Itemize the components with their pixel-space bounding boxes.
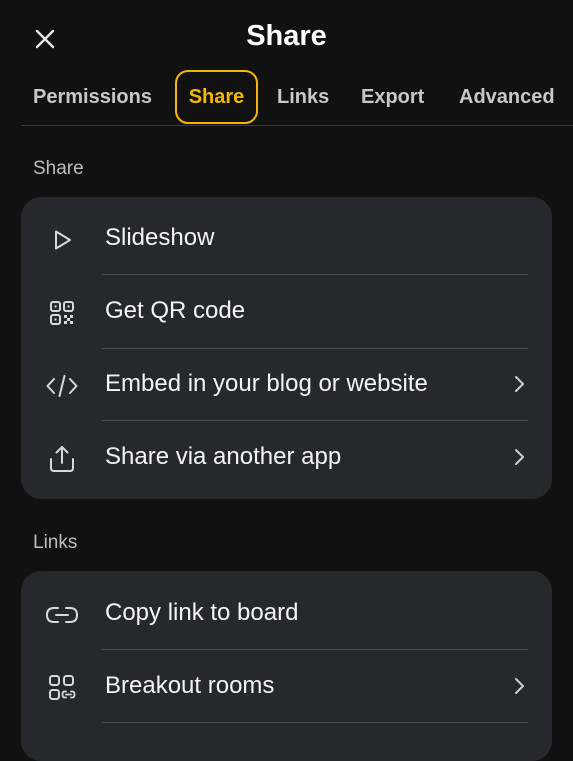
copy-link-item[interactable]: Copy link to board — [21, 577, 552, 649]
get-qr-code-item[interactable]: Get QR code — [21, 275, 552, 347]
breakout-rooms-label: Breakout rooms — [105, 672, 275, 699]
share-via-app-item[interactable]: Share via another app — [21, 421, 552, 493]
play-icon — [47, 225, 77, 255]
embed-item[interactable]: Embed in your blog or website — [21, 348, 552, 420]
share-options-card: Slideshow Get QR code Embed in your blog… — [21, 197, 552, 499]
tab-advanced[interactable]: Advanced — [459, 70, 555, 124]
links-options-card: Copy link to board Breakout rooms — [21, 571, 552, 761]
tab-export[interactable]: Export — [361, 70, 424, 124]
tab-share[interactable]: Share — [175, 70, 258, 124]
tab-permissions[interactable]: Permissions — [33, 70, 152, 124]
code-icon — [45, 371, 79, 401]
embed-label: Embed in your blog or website — [105, 370, 428, 397]
section-label-share: Share — [33, 158, 84, 179]
link-icon — [45, 600, 79, 630]
chevron-right-icon — [508, 373, 530, 395]
chevron-right-icon — [508, 675, 530, 697]
slideshow-label: Slideshow — [105, 224, 215, 251]
qr-code-icon — [47, 298, 77, 328]
section-label-links: Links — [33, 532, 78, 553]
share-via-app-label: Share via another app — [105, 443, 342, 470]
tab-bar: Permissions Share Links Export Advanced — [21, 70, 573, 126]
slideshow-item[interactable]: Slideshow — [21, 202, 552, 274]
get-qr-code-label: Get QR code — [105, 297, 246, 324]
copy-link-label: Copy link to board — [105, 599, 299, 626]
divider — [102, 722, 528, 723]
breakout-rooms-item[interactable]: Breakout rooms — [21, 650, 552, 722]
chevron-right-icon — [508, 446, 530, 468]
breakout-rooms-icon — [47, 673, 77, 703]
tab-links[interactable]: Links — [277, 70, 329, 124]
page-title: Share — [246, 20, 327, 52]
upload-share-icon — [47, 444, 77, 474]
share-header: Share — [0, 0, 573, 76]
